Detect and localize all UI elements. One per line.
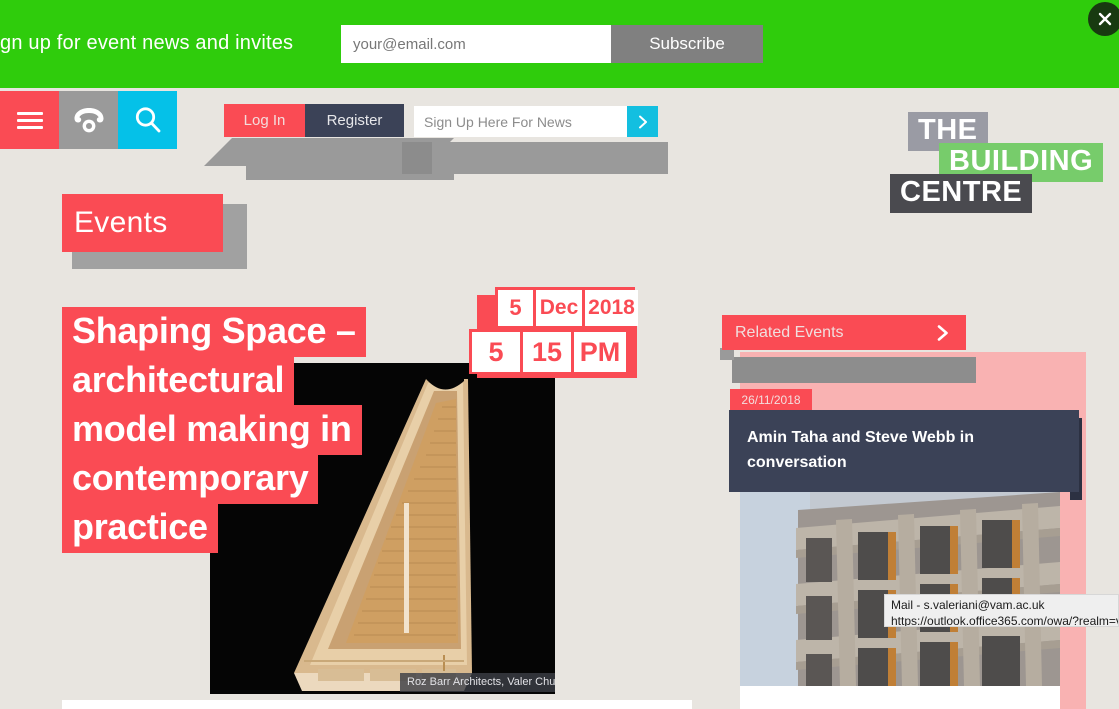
chevron-right-icon: [933, 323, 953, 348]
page-title-box: Events: [62, 194, 223, 252]
event-date-row: 5 Dec 2018: [498, 290, 638, 326]
close-icon[interactable]: [1088, 2, 1119, 36]
event-time-minute: 15: [523, 332, 571, 372]
hero-title-line-text: model making in: [62, 405, 362, 455]
auth-buttons: Log In Register: [224, 104, 404, 137]
nav-newsletter-shadow-decor-2: [402, 142, 432, 174]
hero-title-line: contemporary: [62, 454, 492, 504]
related-event-title[interactable]: Amin Taha and Steve Webb in conversation: [729, 410, 1079, 492]
related-event-image[interactable]: [740, 492, 1060, 686]
hero-title-line: architectural: [62, 356, 492, 406]
next-card-placeholder: [62, 700, 692, 709]
nav-newsletter-row: [414, 106, 658, 137]
newsletter-banner-text: gn up for event news and invites: [0, 32, 294, 54]
subscribe-button[interactable]: Subscribe: [611, 25, 763, 63]
hero-title-line-text: contemporary: [62, 454, 319, 504]
site-logo[interactable]: THE BUILDING CENTRE: [889, 112, 1111, 213]
newsletter-email-input[interactable]: [341, 25, 611, 63]
related-event-date: 26/11/2018: [730, 389, 812, 410]
building-facade-illustration: [740, 492, 1060, 686]
event-time-ampm: PM: [574, 332, 626, 372]
nav-icon-bar: [0, 91, 177, 149]
hero-title-line: Shaping Space –: [62, 307, 492, 357]
search-icon[interactable]: [118, 91, 177, 149]
related-events-header[interactable]: Related Events: [722, 315, 966, 350]
hero-title-line-text: architectural: [62, 356, 295, 406]
hero-title-line-text: practice: [62, 503, 218, 553]
phone-icon[interactable]: [59, 91, 118, 149]
hero-image-caption: Roz Barr Architects, Valer Church model …: [400, 673, 555, 692]
page-root: gn up for event news and invites Subscri…: [0, 0, 1119, 709]
tooltip-line-2: https://outlook.office365.com/owa/?realm…: [891, 614, 1119, 627]
hero-title-line-text: Shaping Space –: [62, 307, 366, 357]
chevron-right-icon[interactable]: [627, 106, 658, 137]
event-date-year: 2018: [585, 290, 638, 326]
page-title-label: Events: [74, 206, 168, 239]
login-button[interactable]: Log In: [224, 104, 305, 137]
newsletter-banner-form: Subscribe: [341, 25, 763, 63]
register-button[interactable]: Register: [305, 104, 404, 137]
event-date-day: 5: [498, 290, 533, 326]
hamburger-lines: [16, 108, 43, 133]
nav-newsletter-input[interactable]: [414, 106, 627, 137]
hero-title: Shaping Space – architectural model maki…: [62, 307, 492, 553]
event-time-hour: 5: [472, 332, 520, 372]
event-date-month: Dec: [536, 290, 582, 326]
nav-newsletter-shadow-decor: [428, 142, 668, 174]
hero-title-line: model making in: [62, 405, 492, 455]
tooltip-line-1: Mail - s.valeriani@vam.ac.uk: [891, 598, 1045, 612]
browser-status-tooltip: Mail - s.valeriani@vam.ac.uk https://out…: [884, 594, 1119, 627]
related-events-header-shadow-decor: [732, 357, 976, 383]
event-time-row: 5 15 PM: [472, 332, 626, 372]
related-event-card-footer: [740, 686, 1060, 709]
hero-title-line: practice: [62, 503, 492, 553]
newsletter-banner: gn up for event news and invites Subscri…: [0, 0, 1119, 88]
logo-line-centre: CENTRE: [890, 174, 1033, 213]
related-events-header-label: Related Events: [735, 323, 844, 341]
hamburger-menu-icon[interactable]: [0, 91, 59, 149]
